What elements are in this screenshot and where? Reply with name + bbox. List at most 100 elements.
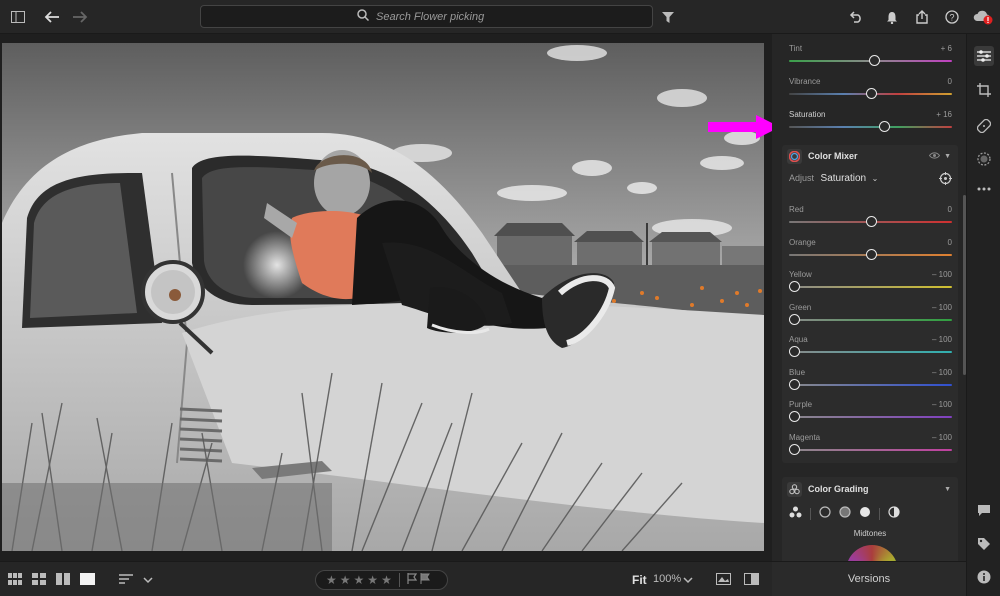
magenta-slider[interactable]: Magenta – 100	[789, 433, 952, 465]
top-bar: ?	[0, 0, 1000, 34]
slider-track[interactable]	[789, 286, 952, 288]
chevron-down-icon[interactable]	[683, 572, 693, 590]
slider-value[interactable]: 0	[948, 77, 952, 86]
adjust-dropdown[interactable]: Saturation	[821, 173, 867, 184]
comment-icon[interactable]	[974, 500, 994, 520]
chevron-down-icon[interactable]: ⌄	[872, 174, 879, 183]
sort-icon[interactable]	[119, 572, 133, 590]
collapse-caret-icon[interactable]: ▼	[944, 153, 951, 160]
slider-thumb[interactable]	[868, 55, 880, 66]
flag-icon[interactable]	[407, 573, 417, 587]
bottom-bar: ★ ★ ★ ★ ★ Fit 100%	[0, 561, 772, 596]
slider-thumb[interactable]	[789, 411, 800, 422]
three-way-icon[interactable]	[789, 505, 802, 523]
reject-flag-icon[interactable]	[420, 573, 430, 587]
slider-value[interactable]: + 6	[941, 44, 952, 53]
vibrance-slider[interactable]: Vibrance 0	[789, 77, 952, 109]
slider-track[interactable]	[789, 351, 952, 353]
star-icon[interactable]: ★	[354, 573, 365, 587]
back-arrow-icon[interactable]	[42, 7, 62, 27]
global-circle-icon[interactable]	[888, 505, 900, 523]
color-grading-header[interactable]: Color Grading ▼	[782, 477, 958, 501]
purple-slider[interactable]: Purple – 100	[789, 400, 952, 432]
filter-icon[interactable]	[658, 7, 678, 27]
star-icon[interactable]: ★	[340, 573, 351, 587]
orange-slider[interactable]: Orange 0	[789, 238, 952, 270]
slider-thumb[interactable]	[865, 88, 877, 99]
info-icon[interactable]	[974, 567, 994, 587]
slider-track[interactable]	[789, 384, 952, 386]
slider-label: Purple	[789, 400, 813, 409]
crop-icon[interactable]	[974, 80, 994, 100]
chevron-down-icon[interactable]	[143, 572, 153, 590]
tint-slider[interactable]: Tint + 6	[789, 44, 952, 76]
show-original-icon[interactable]	[716, 572, 731, 590]
slider-thumb[interactable]	[789, 379, 800, 390]
square-grid-icon[interactable]	[8, 572, 22, 590]
healing-bandage-icon[interactable]	[974, 116, 994, 136]
toggle-panel-icon[interactable]	[8, 7, 28, 27]
photo-grid-icon[interactable]	[32, 572, 46, 590]
saturation-slider[interactable]: Saturation + 16	[789, 110, 952, 142]
photo-canvas[interactable]	[2, 43, 764, 551]
blue-slider[interactable]: Blue – 100	[789, 368, 952, 400]
star-rating[interactable]: ★ ★ ★ ★ ★	[315, 570, 448, 590]
slider-track[interactable]	[789, 126, 952, 128]
midtones-circle-icon[interactable]	[839, 505, 851, 523]
slider-value[interactable]: – 100	[932, 433, 952, 442]
undo-icon[interactable]	[846, 7, 866, 27]
red-slider[interactable]: Red 0	[789, 205, 952, 237]
bell-icon[interactable]	[882, 7, 902, 27]
zoom-level[interactable]: 100%	[653, 573, 681, 585]
search-bar[interactable]	[200, 5, 653, 28]
search-input[interactable]	[376, 10, 496, 23]
compare-view-icon[interactable]	[56, 572, 70, 590]
cloud-sync-icon[interactable]	[973, 7, 993, 27]
star-icon[interactable]: ★	[381, 573, 392, 587]
color-wheel[interactable]	[846, 545, 898, 561]
grading-circles-icon	[787, 481, 802, 497]
shadows-circle-icon[interactable]	[819, 505, 831, 523]
more-options-icon[interactable]	[974, 179, 994, 199]
slider-thumb[interactable]	[789, 346, 800, 357]
target-adjust-icon[interactable]	[939, 172, 952, 190]
detail-view-icon[interactable]	[80, 572, 95, 590]
aqua-slider[interactable]: Aqua – 100	[789, 335, 952, 367]
slider-label: Vibrance	[789, 77, 821, 86]
yellow-slider[interactable]: Yellow – 100	[789, 270, 952, 302]
slider-value[interactable]: + 16	[936, 110, 952, 119]
slider-value[interactable]: – 100	[932, 303, 952, 312]
slider-thumb[interactable]	[789, 314, 800, 325]
highlights-circle-icon[interactable]	[859, 505, 871, 523]
slider-track[interactable]	[789, 416, 952, 418]
star-icon[interactable]: ★	[367, 573, 378, 587]
green-slider[interactable]: Green – 100	[789, 303, 952, 335]
before-after-icon[interactable]	[744, 572, 759, 590]
slider-thumb[interactable]	[789, 281, 800, 292]
slider-value[interactable]: 0	[948, 238, 952, 247]
slider-value[interactable]: – 100	[932, 335, 952, 344]
star-icon[interactable]: ★	[326, 573, 337, 587]
slider-value[interactable]: 0	[948, 205, 952, 214]
edit-sliders-icon[interactable]	[974, 46, 994, 66]
slider-value[interactable]: – 100	[932, 270, 952, 279]
slider-track[interactable]	[789, 319, 952, 321]
eye-icon[interactable]	[928, 151, 941, 161]
slider-thumb[interactable]	[865, 216, 877, 227]
slider-value[interactable]: – 100	[932, 400, 952, 409]
fit-button[interactable]: Fit	[632, 573, 647, 587]
collapse-caret-icon[interactable]: ▼	[944, 486, 951, 493]
slider-value[interactable]: – 100	[932, 368, 952, 377]
help-icon[interactable]: ?	[942, 7, 962, 27]
slider-thumb[interactable]	[865, 249, 877, 260]
slider-track[interactable]	[789, 449, 952, 451]
masking-icon[interactable]	[974, 149, 994, 169]
slider-thumb[interactable]	[789, 444, 800, 455]
share-icon[interactable]	[912, 7, 932, 27]
tag-icon[interactable]	[974, 534, 994, 554]
versions-button[interactable]: Versions	[772, 561, 966, 596]
search-icon	[357, 8, 370, 26]
slider-thumb[interactable]	[878, 121, 890, 132]
forward-arrow-icon[interactable]	[70, 7, 90, 27]
color-mixer-header[interactable]: Color Mixer ▼	[782, 145, 958, 167]
